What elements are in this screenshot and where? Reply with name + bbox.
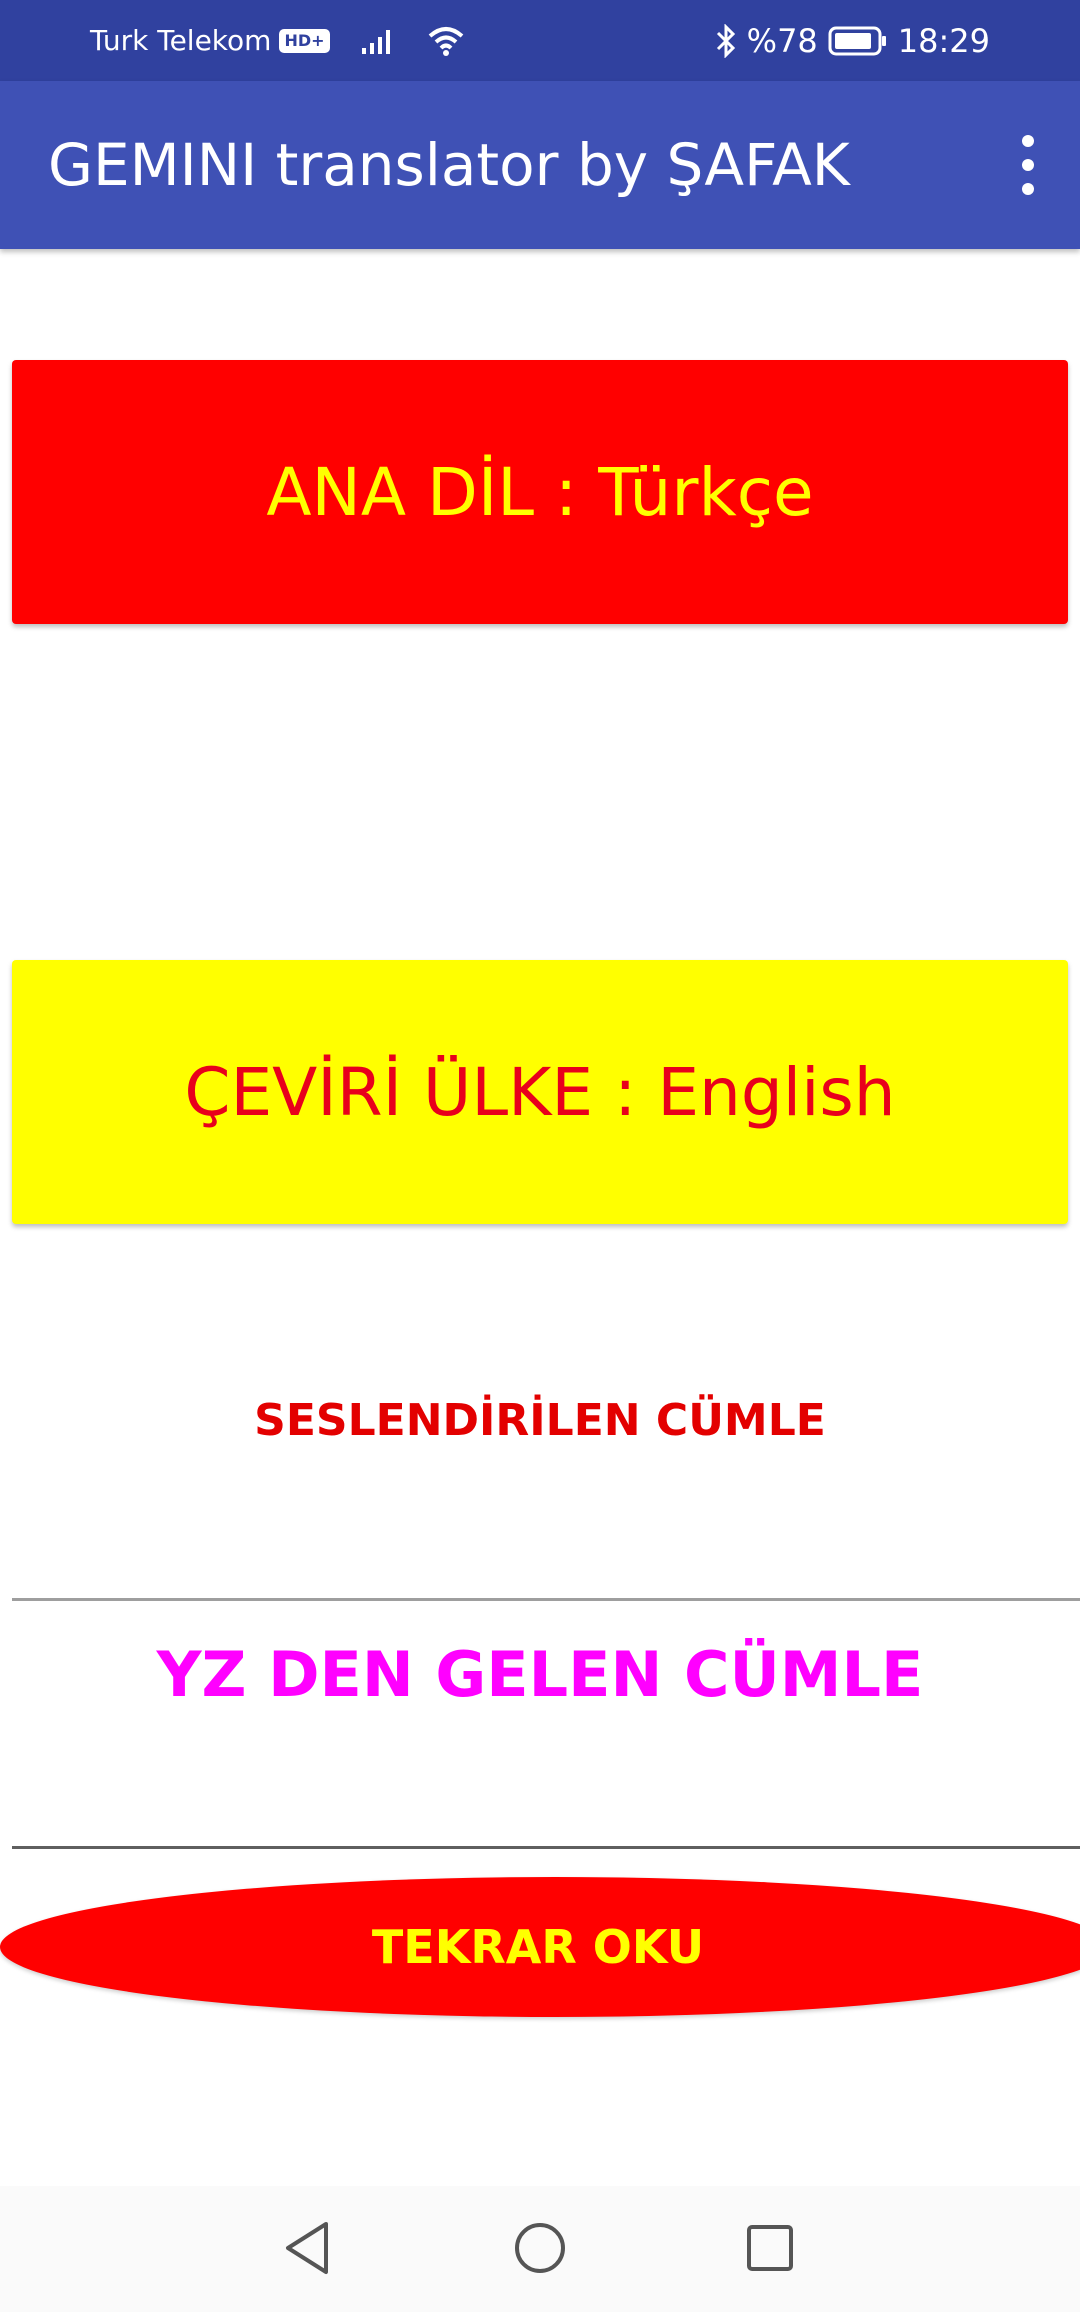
carrier-name: Turk Telekom <box>90 24 272 57</box>
primary-language-label: ANA DİL : Türkçe <box>266 453 814 531</box>
navigation-bar <box>0 2186 1080 2312</box>
primary-language-button[interactable]: ANA DİL : Türkçe <box>12 360 1068 624</box>
battery-percent: %78 <box>746 21 818 60</box>
spoken-sentence-text: SESLENDİRİLEN CÜMLE <box>254 1395 826 1446</box>
status-right: %78 18:29 <box>715 0 990 81</box>
target-language-button[interactable]: ÇEVİRİ ÜLKE : English <box>12 960 1068 1224</box>
divider <box>12 1846 1080 1849</box>
target-language-label: ÇEVİRİ ÜLKE : English <box>184 1053 896 1131</box>
signal-icon <box>361 29 390 54</box>
reread-label: TEKRAR OKU <box>371 1920 705 1974</box>
status-left: Turk Telekom HD+ <box>90 0 466 81</box>
more-vert-icon[interactable] <box>1004 135 1052 195</box>
hd-badge: HD+ <box>279 28 330 53</box>
bluetooth-icon <box>716 23 735 58</box>
battery-icon <box>828 26 886 55</box>
ai-sentence-text: YZ DEN GELEN CÜMLE <box>156 1638 924 1711</box>
app-title: GEMINI translator by ŞAFAK <box>48 131 850 199</box>
reread-button[interactable]: TEKRAR OKU <box>0 1877 1080 2017</box>
home-icon[interactable] <box>508 2216 572 2280</box>
back-icon[interactable] <box>276 2216 340 2280</box>
app-bar: GEMINI translator by ŞAFAK <box>0 81 1080 249</box>
clock: 18:29 <box>897 21 990 60</box>
divider <box>12 1598 1080 1601</box>
wifi-icon <box>428 26 463 56</box>
status-bar: Turk Telekom HD+ %78 18:29 <box>0 0 1080 81</box>
recents-icon[interactable] <box>738 2216 802 2280</box>
